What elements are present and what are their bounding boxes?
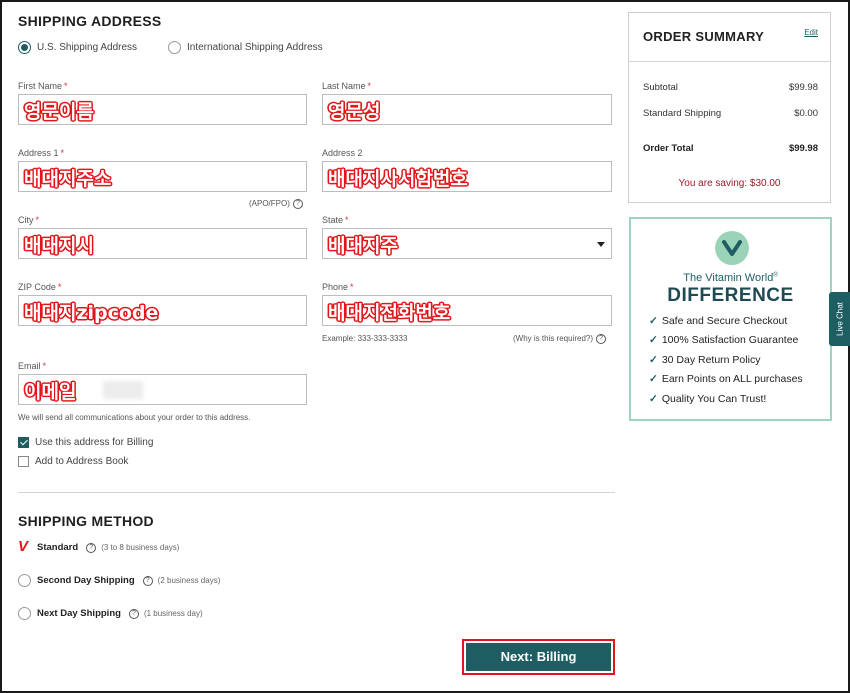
shipping-value: $0.00	[794, 108, 818, 119]
use-billing-label: Use this address for Billing	[35, 437, 154, 448]
shipping-option-days: (1 business day)	[143, 609, 203, 618]
city-value: 배대지시	[24, 235, 94, 257]
shipping-option-next-day[interactable]: Next Day Shipping ? (1 business day)	[18, 607, 203, 620]
zip-field[interactable]: 배대지zipcode	[18, 295, 307, 326]
city-label: City *	[18, 215, 40, 225]
email-field[interactable]: 이메일	[18, 374, 307, 405]
shipping-option-name: Next Day Shipping	[37, 608, 121, 619]
shipping-option-second-day[interactable]: Second Day Shipping ? (2 business days)	[18, 574, 220, 587]
phone-why: (Why is this required?)?	[513, 334, 607, 344]
first-name-label: First Name *	[18, 81, 68, 91]
email-label: Email *	[18, 361, 47, 371]
live-chat-label: Live Chat	[835, 302, 844, 336]
order-total-label: Order Total	[643, 143, 694, 154]
live-chat-tab[interactable]: Live Chat	[829, 292, 850, 346]
shipping-address-title: SHIPPING ADDRESS	[18, 13, 162, 29]
last-name-field[interactable]: 영문성	[322, 94, 612, 125]
difference-heading: DIFFERENCE	[667, 285, 794, 306]
shipping-option-days: (2 business days)	[157, 576, 221, 585]
order-summary-panel: ORDER SUMMARY Edit Subtotal $99.98 Stand…	[628, 12, 831, 203]
check-icon: ✓	[649, 334, 658, 347]
address2-field[interactable]: 배대지사서함번호	[322, 161, 612, 192]
zip-label: ZIP Code *	[18, 282, 62, 292]
state-label: State *	[322, 215, 349, 225]
first-name-field[interactable]: 영문이름	[18, 94, 307, 125]
list-item: ✓ Earn Points on ALL purchases	[649, 373, 803, 386]
order-summary-title: ORDER SUMMARY	[643, 29, 765, 44]
redacted-text	[103, 381, 143, 399]
us-shipping-label: U.S. Shipping Address	[37, 42, 138, 53]
first-name-value: 영문이름	[24, 101, 94, 123]
subtotal-value: $99.98	[788, 82, 818, 93]
shipping-option-name: Second Day Shipping	[37, 575, 135, 586]
zip-value: 배대지zipcode	[24, 302, 159, 324]
check-icon: ✓	[649, 353, 658, 366]
next-billing-button[interactable]: Next: Billing	[462, 639, 615, 675]
subtotal-label: Subtotal	[643, 82, 678, 93]
section-divider	[18, 492, 615, 493]
vitamin-world-difference-panel: The Vitamin World® DIFFERENCE ✓ Safe and …	[629, 217, 832, 421]
radio-selected-icon[interactable]	[18, 41, 31, 54]
use-billing-checkbox[interactable]: Use this address for Billing	[18, 437, 153, 448]
help-icon[interactable]: ?	[86, 542, 97, 553]
radio-icon[interactable]	[168, 41, 181, 54]
state-value: 배대지주	[328, 235, 398, 257]
phone-label: Phone *	[322, 282, 354, 292]
order-total-value: $99.98	[788, 143, 818, 154]
check-icon: ✓	[649, 373, 658, 386]
summary-divider	[629, 61, 830, 62]
phone-value: 배대지전화번호	[328, 302, 451, 324]
next-billing-label: Next: Billing	[466, 643, 611, 671]
phone-field[interactable]: 배대지전화번호	[322, 295, 612, 326]
add-address-book-label: Add to Address Book	[35, 456, 129, 467]
phone-example: Example: 333-333-3333	[322, 334, 408, 343]
address1-label: Address 1 *	[18, 148, 65, 158]
shipping-option-standard[interactable]: V Standard ? (3 to 8 business days)	[18, 538, 180, 555]
check-icon: ✓	[649, 392, 658, 405]
city-field[interactable]: 배대지시	[18, 228, 307, 259]
list-item: ✓ Quality You Can Trust!	[649, 392, 767, 405]
state-select[interactable]: 배대지주	[322, 228, 612, 259]
apo-note: (APO/FPO)?	[249, 199, 303, 209]
intl-shipping-option[interactable]: International Shipping Address	[168, 41, 323, 54]
shipping-method-title: SHIPPING METHOD	[18, 513, 154, 529]
intl-shipping-label: International Shipping Address	[187, 42, 323, 53]
checkbox-icon[interactable]	[18, 456, 29, 467]
last-name-label: Last Name *	[322, 81, 372, 91]
email-note: We will send all communications about yo…	[18, 413, 251, 422]
difference-list: ✓ Safe and Secure Checkout ✓ 100% Satisfac…	[649, 315, 803, 412]
list-item: ✓ 100% Satisfaction Guarantee	[649, 334, 799, 347]
last-name-value: 영문성	[328, 101, 381, 123]
us-shipping-option[interactable]: U.S. Shipping Address	[18, 41, 137, 54]
list-item: ✓ 30 Day Return Policy	[649, 353, 761, 366]
email-value: 이메일	[24, 381, 77, 403]
radio-icon[interactable]	[18, 574, 31, 587]
check-icon: ✓	[649, 315, 658, 327]
subtotal-row: Subtotal $99.98	[643, 82, 818, 93]
address2-value: 배대지사서함번호	[328, 168, 468, 190]
shipping-option-days: (3 to 8 business days)	[101, 543, 180, 552]
checkmark-annotation-icon: V	[18, 538, 29, 555]
difference-subtitle: The Vitamin World®	[683, 272, 778, 284]
address1-value: 배대지주소	[24, 168, 112, 190]
shipping-row: Standard Shipping $0.00	[643, 108, 818, 119]
shipping-label: Standard Shipping	[643, 108, 722, 119]
help-icon[interactable]: ?	[292, 199, 303, 209]
saving-text: You are saving: $30.00	[678, 178, 781, 189]
help-icon[interactable]: ?	[128, 608, 139, 619]
address2-label: Address 2	[322, 148, 363, 158]
chevron-down-icon[interactable]	[597, 242, 605, 247]
checkbox-checked-icon[interactable]	[18, 437, 29, 448]
address1-field[interactable]: 배대지주소	[18, 161, 307, 192]
list-item: ✓ Safe and Secure Checkout	[649, 315, 788, 327]
order-total-row: Order Total $99.98	[643, 143, 818, 154]
radio-icon[interactable]	[18, 607, 31, 620]
vitamin-world-logo-icon	[715, 231, 749, 265]
help-icon[interactable]: ?	[596, 334, 607, 344]
help-icon[interactable]: ?	[142, 575, 153, 586]
shipping-option-name: Standard	[37, 542, 79, 553]
edit-link[interactable]: Edit	[804, 28, 818, 37]
add-address-book-checkbox[interactable]: Add to Address Book	[18, 456, 128, 467]
